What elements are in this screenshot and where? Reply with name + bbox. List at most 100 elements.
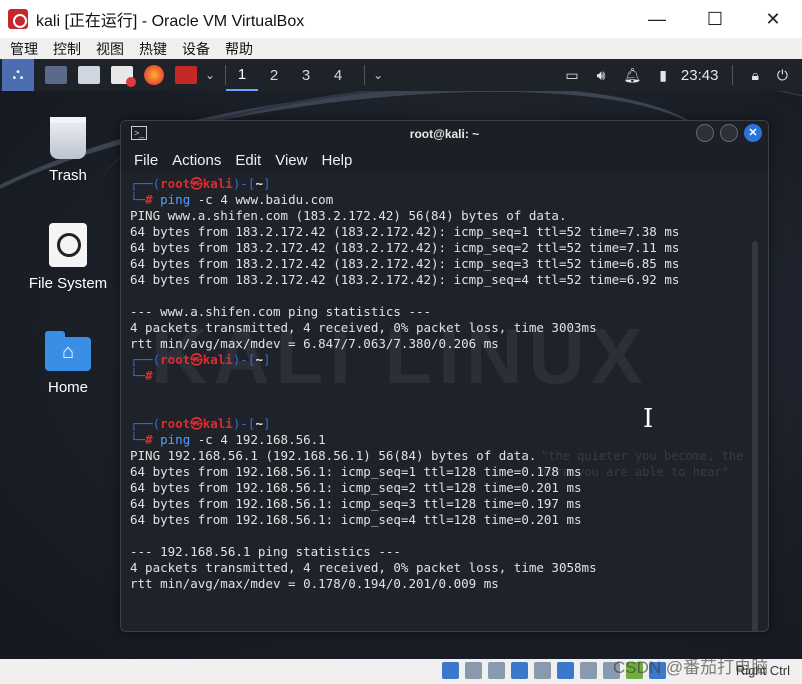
output-line: 64 bytes from 192.168.56.1: icmp_seq=4 t… (130, 512, 582, 527)
menu-control[interactable]: 控制 (53, 39, 81, 59)
prompt-line: ┌──(root㉿kali)-[~] (130, 352, 759, 368)
chevron-down-icon[interactable]: ⌄ (205, 68, 215, 82)
vbox-statusbar: CSDN @番茄打电脑 Right Ctrl (0, 658, 802, 684)
workspace-2[interactable]: 2 (258, 59, 290, 91)
output-line: rtt min/avg/max/mdev = 6.847/7.063/7.380… (130, 336, 499, 351)
close-button[interactable]: ✕ (744, 0, 802, 38)
firefox-icon[interactable] (144, 65, 164, 85)
audio-icon[interactable] (488, 662, 505, 679)
network-icon[interactable] (511, 662, 528, 679)
prompt-at: ㉿ (190, 416, 203, 431)
output-line: --- 192.168.56.1 ping statistics --- (130, 544, 401, 559)
output-line: PING www.a.shifen.com (183.2.172.42) 56(… (130, 208, 567, 223)
clock[interactable]: 23:43 (681, 67, 719, 84)
terminal-launcher-icon[interactable] (45, 66, 67, 84)
prompt-frame: - (240, 416, 248, 431)
terminal-title: root@kali: ~ (409, 127, 480, 141)
desktop-icon-trash[interactable]: Trash (13, 117, 123, 184)
prompt-frame: ┌── (130, 176, 153, 191)
desktop-icon-label: Trash (49, 167, 87, 184)
prompt-hash: # (145, 368, 153, 383)
command-args: -c 4 192.168.56.1 (197, 432, 326, 447)
prompt-frame: ┌── (130, 352, 153, 367)
window-controls: — ☐ ✕ (628, 0, 802, 38)
menu-manage[interactable]: 管理 (10, 39, 38, 59)
minimize-button[interactable]: — (628, 0, 686, 38)
terminal-titlebar[interactable]: >_ root@kali: ~ ✕ (121, 121, 768, 147)
menu-devices[interactable]: 设备 (182, 39, 210, 59)
menu-view[interactable]: 视图 (96, 39, 124, 59)
desktop-icon-filesystem[interactable]: File System (13, 223, 123, 292)
prompt-frame: - (240, 352, 248, 367)
prompt-frame: ] (262, 352, 271, 367)
output-line: 64 bytes from 192.168.56.1: icmp_seq=2 t… (130, 480, 582, 495)
battery-icon[interactable]: ▮ (659, 67, 667, 84)
command-name: ping (160, 432, 191, 447)
prompt-line: ┌──(root㉿kali)-[~] (130, 176, 759, 192)
kali-menu-icon[interactable]: ⛬ (2, 59, 34, 91)
text-editor-icon[interactable] (111, 66, 136, 87)
lock-icon[interactable]: 🔒︎ (751, 67, 758, 84)
terminal-menu-file[interactable]: File (134, 152, 158, 169)
terminal-maximize-button[interactable] (720, 124, 738, 142)
prompt-line: ┌──(root㉿kali)-[~] (130, 416, 759, 432)
prompt-host: kali (202, 176, 233, 191)
prompt-frame: ] (262, 176, 271, 191)
desktop-icon-home[interactable]: Home (13, 331, 123, 396)
command-line: └─# ping -c 4 www.baidu.com (130, 192, 759, 208)
volume-icon[interactable]: 🔊︎ (597, 67, 606, 84)
monitor-icon[interactable]: ▭ (565, 67, 578, 84)
prompt-frame: ( (152, 352, 161, 367)
terminal-minimize-button[interactable] (696, 124, 714, 142)
panel-separator (364, 65, 366, 85)
terminal-menu-view[interactable]: View (275, 152, 307, 169)
output-line: 4 packets transmitted, 4 received, 0% pa… (130, 320, 597, 335)
usb-icon[interactable] (534, 662, 551, 679)
terminal-output[interactable]: KALI LINUX "the quieter you become, the … (121, 173, 768, 631)
workspace-4[interactable]: 4 (322, 59, 354, 91)
terminal-scrollbar[interactable] (752, 241, 758, 631)
prompt-frame: ( (152, 416, 161, 431)
workspace-1[interactable]: 1 (226, 59, 259, 91)
command-name: ping (160, 192, 191, 207)
file-manager-icon[interactable] (78, 66, 100, 84)
prompt-frame: └─ (130, 432, 146, 447)
output-line: 64 bytes from 183.2.172.42 (183.2.172.42… (130, 240, 680, 255)
host-titlebar: kali [正在运行] - Oracle VM VirtualBox — ☐ ✕ (0, 0, 802, 38)
desktop-icon-label: Home (47, 379, 88, 396)
prompt-dir: ~ (255, 416, 263, 431)
workspace-3[interactable]: 3 (290, 59, 322, 91)
terminal-menu-help[interactable]: Help (321, 152, 352, 169)
terminal-close-button[interactable]: ✕ (744, 124, 762, 142)
prompt-frame: ( (152, 176, 161, 191)
root-terminal-icon[interactable] (175, 66, 197, 84)
optical-drive-icon[interactable] (465, 662, 482, 679)
command-line: └─# (130, 368, 759, 384)
terminal-menubar: File Actions Edit View Help (121, 147, 768, 173)
power-icon[interactable]: ⏻ (777, 67, 788, 84)
chevron-down-icon[interactable]: ⌄ (373, 68, 383, 82)
terminal-window[interactable]: >_ root@kali: ~ ✕ File Actions Edit View… (120, 120, 769, 632)
output-line: --- www.a.shifen.com ping statistics --- (130, 304, 432, 319)
virtualbox-icon (8, 9, 28, 29)
disk-icon[interactable] (442, 662, 459, 679)
prompt-at: ㉿ (190, 352, 203, 367)
terminal-menu-actions[interactable]: Actions (172, 152, 221, 169)
prompt-host: kali (202, 352, 233, 367)
prompt-frame: └─ (130, 192, 146, 207)
output-line: 64 bytes from 192.168.56.1: icmp_seq=1 t… (130, 464, 582, 479)
shared-folder-icon[interactable] (557, 662, 574, 679)
command-args: -c 4 www.baidu.com (197, 192, 334, 207)
command-line: └─# ping -c 4 192.168.56.1 (130, 432, 759, 448)
output-line: 64 bytes from 183.2.172.42 (183.2.172.42… (130, 256, 680, 271)
menu-help[interactable]: 帮助 (225, 39, 253, 59)
maximize-button[interactable]: ☐ (686, 0, 744, 38)
menu-hotkey[interactable]: 热键 (139, 39, 167, 59)
panel-tray: ▭ 🔊︎ 🔔︎ ▮ 23:43 🔒︎ ⏻ (547, 59, 802, 91)
display-icon[interactable] (580, 662, 597, 679)
terminal-menu-edit[interactable]: Edit (235, 152, 261, 169)
bell-icon[interactable]: 🔔︎ (623, 67, 641, 84)
desktop-icon-label: File System (28, 275, 108, 292)
